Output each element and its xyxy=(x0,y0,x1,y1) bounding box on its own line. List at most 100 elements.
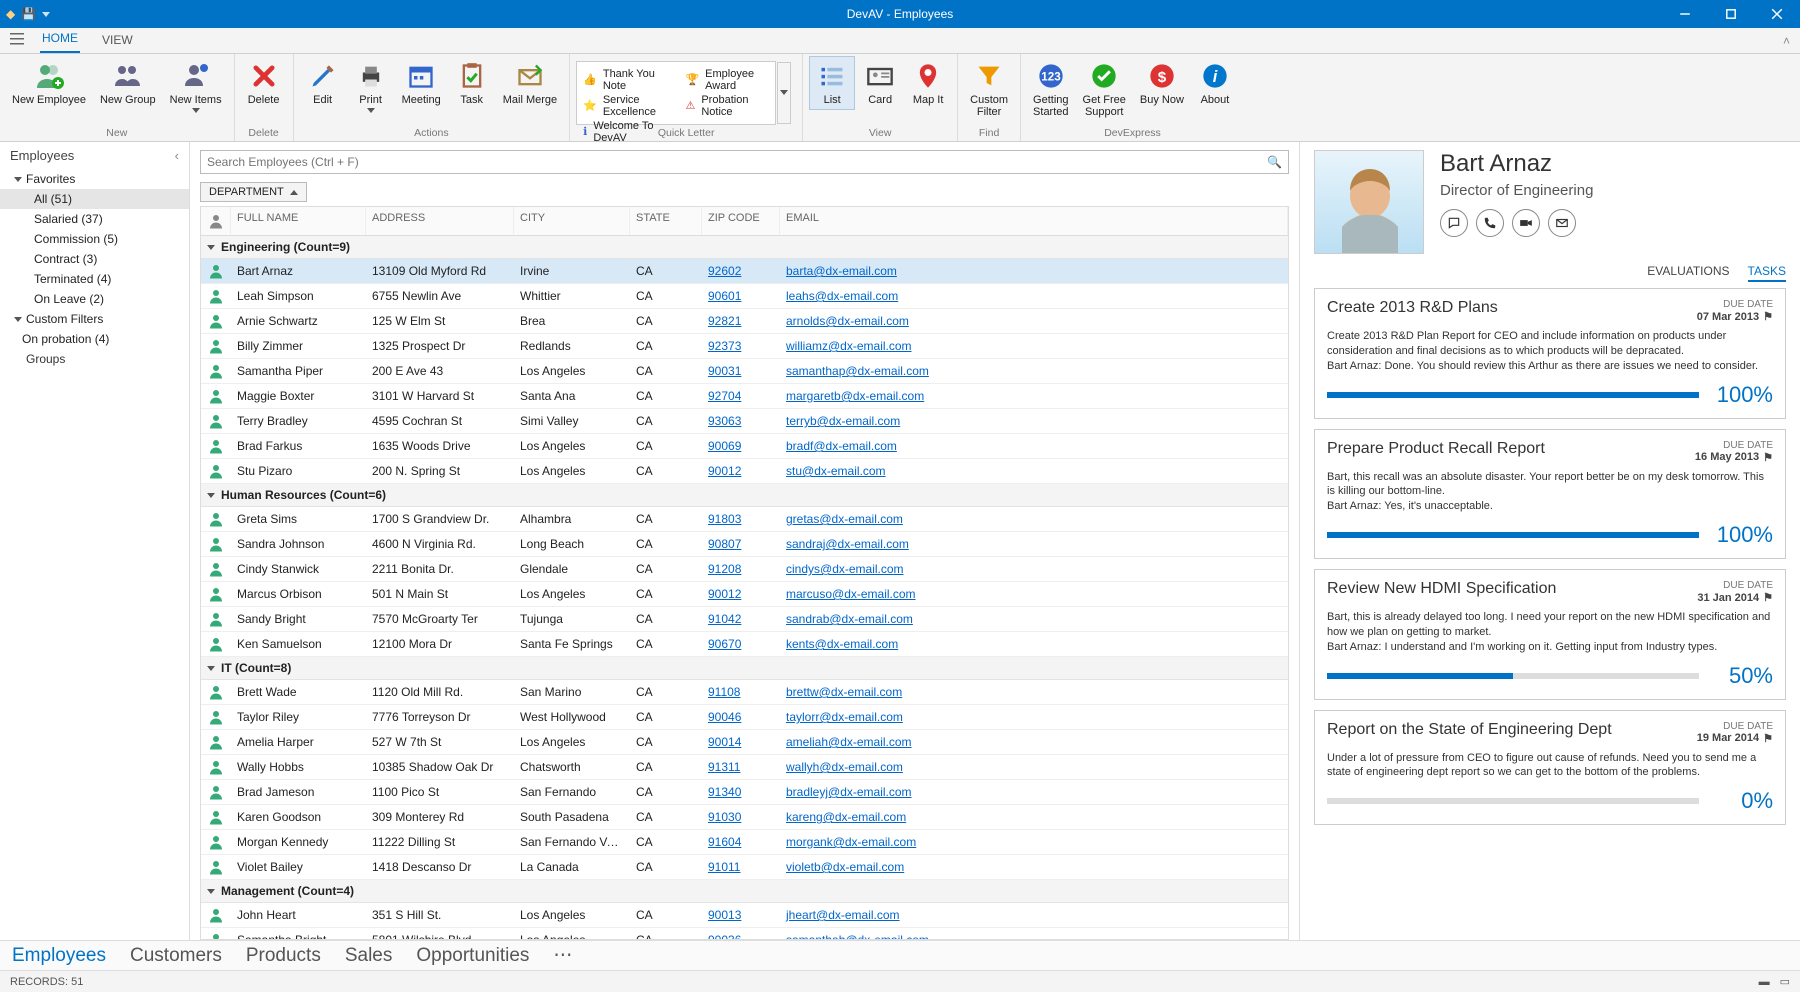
table-row[interactable]: Brad Jameson1100 Pico StSan FernandoCA91… xyxy=(201,780,1288,805)
chat-button[interactable] xyxy=(1440,209,1468,237)
mail-button[interactable] xyxy=(1548,209,1576,237)
cell-email[interactable]: samanthap@dx-email.com xyxy=(780,361,1288,381)
cell-zip[interactable]: 90013 xyxy=(702,905,780,925)
cell-email[interactable]: barta@dx-email.com xyxy=(780,261,1288,281)
nav-favorites-header[interactable]: Favorites xyxy=(26,172,75,186)
col-fullname[interactable]: FULL NAME xyxy=(231,207,366,235)
quick-letter-item[interactable]: ⭐Service Excellence xyxy=(583,93,675,119)
cell-email[interactable]: terryb@dx-email.com xyxy=(780,411,1288,431)
nav-item[interactable]: Salaried (37) xyxy=(0,209,189,229)
cell-zip[interactable]: 91030 xyxy=(702,807,780,827)
table-row[interactable]: Sandy Bright7570 McGroarty TerTujungaCA9… xyxy=(201,607,1288,632)
cell-zip[interactable]: 92602 xyxy=(702,261,780,281)
getting-started-button[interactable]: 123Getting Started xyxy=(1027,56,1074,122)
cell-zip[interactable]: 91604 xyxy=(702,832,780,852)
tab-home[interactable]: HOME xyxy=(40,27,80,53)
groupby-chip[interactable]: DEPARTMENT xyxy=(200,182,307,202)
quick-letter-item[interactable]: ℹWelcome To DevAV xyxy=(583,119,675,145)
cell-zip[interactable]: 90069 xyxy=(702,436,780,456)
table-row[interactable]: Sandra Johnson4600 N Virginia Rd.Long Be… xyxy=(201,532,1288,557)
tab-evaluations[interactable]: EVALUATIONS xyxy=(1647,262,1729,282)
cell-zip[interactable]: 92704 xyxy=(702,386,780,406)
view-list-button[interactable]: List xyxy=(809,56,855,110)
cell-email[interactable]: kents@dx-email.com xyxy=(780,634,1288,654)
cell-zip[interactable]: 91340 xyxy=(702,782,780,802)
cell-email[interactable]: leahs@dx-email.com xyxy=(780,286,1288,306)
table-row[interactable]: Arnie Schwartz125 W Elm StBreaCA92821arn… xyxy=(201,309,1288,334)
quick-letter-expand-icon[interactable] xyxy=(777,62,791,124)
table-row[interactable]: Brett Wade1120 Old Mill Rd.San MarinoCA9… xyxy=(201,680,1288,705)
cell-email[interactable]: taylorr@dx-email.com xyxy=(780,707,1288,727)
cell-zip[interactable]: 91011 xyxy=(702,857,780,877)
cell-email[interactable]: stu@dx-email.com xyxy=(780,461,1288,481)
col-icon[interactable] xyxy=(201,207,231,235)
table-row[interactable]: Samantha Bright5801 Wilshire Blvd.Los An… xyxy=(201,928,1288,940)
cell-zip[interactable]: 91108 xyxy=(702,682,780,702)
cell-zip[interactable]: 90601 xyxy=(702,286,780,306)
nav-item[interactable]: Commission (5) xyxy=(0,229,189,249)
col-address[interactable]: ADDRESS xyxy=(366,207,514,235)
buy-now-button[interactable]: $Buy Now xyxy=(1134,56,1190,110)
cell-zip[interactable]: 90012 xyxy=(702,461,780,481)
table-row[interactable]: Billy Zimmer1325 Prospect DrRedlandsCA92… xyxy=(201,334,1288,359)
task-button[interactable]: Task xyxy=(449,56,495,110)
grid-group-header[interactable]: Human Resources (Count=6) xyxy=(201,484,1288,507)
nav-item-probation[interactable]: On probation (4) xyxy=(0,329,189,349)
cell-email[interactable]: wallyh@dx-email.com xyxy=(780,757,1288,777)
phone-button[interactable] xyxy=(1476,209,1504,237)
cell-zip[interactable]: 91311 xyxy=(702,757,780,777)
nav-customfilters-header[interactable]: Custom Filters xyxy=(26,312,103,326)
cell-zip[interactable]: 92821 xyxy=(702,311,780,331)
nav-groups-header[interactable]: Groups xyxy=(0,349,189,369)
cell-email[interactable]: jheart@dx-email.com xyxy=(780,905,1288,925)
search-input[interactable] xyxy=(207,155,1267,169)
quick-letter-item[interactable]: ⚠Probation Notice xyxy=(685,93,769,119)
cell-email[interactable]: violetb@dx-email.com xyxy=(780,857,1288,877)
col-zip[interactable]: ZIP CODE xyxy=(702,207,780,235)
file-menu-icon[interactable] xyxy=(10,32,26,46)
module-opportunities[interactable]: Opportunities xyxy=(416,945,529,967)
cell-email[interactable]: marcuso@dx-email.com xyxy=(780,584,1288,604)
table-row[interactable]: Samantha Piper200 E Ave 43Los AngelesCA9… xyxy=(201,359,1288,384)
minimize-button[interactable] xyxy=(1662,0,1708,28)
quick-letter-list[interactable]: 👍Thank You Note ⭐Service Excellence ℹWel… xyxy=(576,61,776,125)
search-box[interactable]: 🔍 xyxy=(200,150,1289,174)
table-row[interactable]: Wally Hobbs10385 Shadow Oak DrChatsworth… xyxy=(201,755,1288,780)
table-row[interactable]: Brad Farkus1635 Woods DriveLos AngelesCA… xyxy=(201,434,1288,459)
grid-group-header[interactable]: Engineering (Count=9) xyxy=(201,236,1288,259)
cell-email[interactable]: gretas@dx-email.com xyxy=(780,509,1288,529)
table-row[interactable]: Ken Samuelson12100 Mora DrSanta Fe Sprin… xyxy=(201,632,1288,657)
table-row[interactable]: Cindy Stanwick2211 Bonita Dr.GlendaleCA9… xyxy=(201,557,1288,582)
table-row[interactable]: Stu Pizaro200 N. Spring StLos AngelesCA9… xyxy=(201,459,1288,484)
col-city[interactable]: CITY xyxy=(514,207,630,235)
cell-email[interactable]: cindys@dx-email.com xyxy=(780,559,1288,579)
table-row[interactable]: Taylor Riley7776 Torreyson DrWest Hollyw… xyxy=(201,705,1288,730)
table-row[interactable]: Karen Goodson309 Monterey RdSouth Pasade… xyxy=(201,805,1288,830)
new-group-button[interactable]: New Group xyxy=(94,56,162,110)
task-card[interactable]: Create 2013 R&D PlansDUE DATE07 Mar 2013… xyxy=(1314,288,1786,419)
search-icon[interactable]: 🔍 xyxy=(1267,155,1282,169)
cell-email[interactable]: samanthab@dx-email.com xyxy=(780,930,1288,940)
module-employees[interactable]: Employees xyxy=(12,945,106,967)
col-state[interactable]: STATE xyxy=(630,207,702,235)
print-button[interactable]: Print xyxy=(348,56,394,117)
cell-zip[interactable]: 91803 xyxy=(702,509,780,529)
table-row[interactable]: Morgan Kennedy11222 Dilling StSan Fernan… xyxy=(201,830,1288,855)
cell-zip[interactable]: 90014 xyxy=(702,732,780,752)
table-row[interactable]: John Heart351 S Hill St.Los AngelesCA900… xyxy=(201,903,1288,928)
nav-item[interactable]: Terminated (4) xyxy=(0,269,189,289)
quick-letter-item[interactable]: 👍Thank You Note xyxy=(583,67,675,93)
quick-letter-item[interactable]: 🏆Employee Award xyxy=(685,67,769,93)
qa-dropdown-icon[interactable] xyxy=(42,12,50,17)
module-customers[interactable]: Customers xyxy=(130,945,222,967)
cell-zip[interactable]: 90046 xyxy=(702,707,780,727)
zoom-in-icon[interactable]: ▭ xyxy=(1780,975,1790,988)
table-row[interactable]: Leah Simpson6755 Newlin AveWhittierCA906… xyxy=(201,284,1288,309)
table-row[interactable]: Terry Bradley4595 Cochran StSimi ValleyC… xyxy=(201,409,1288,434)
task-card[interactable]: Prepare Product Recall ReportDUE DATE16 … xyxy=(1314,429,1786,560)
cell-email[interactable]: williamz@dx-email.com xyxy=(780,336,1288,356)
about-button[interactable]: iAbout xyxy=(1192,56,1238,110)
cell-zip[interactable]: 91208 xyxy=(702,559,780,579)
nav-item[interactable]: On Leave (2) xyxy=(0,289,189,309)
cell-email[interactable]: bradf@dx-email.com xyxy=(780,436,1288,456)
